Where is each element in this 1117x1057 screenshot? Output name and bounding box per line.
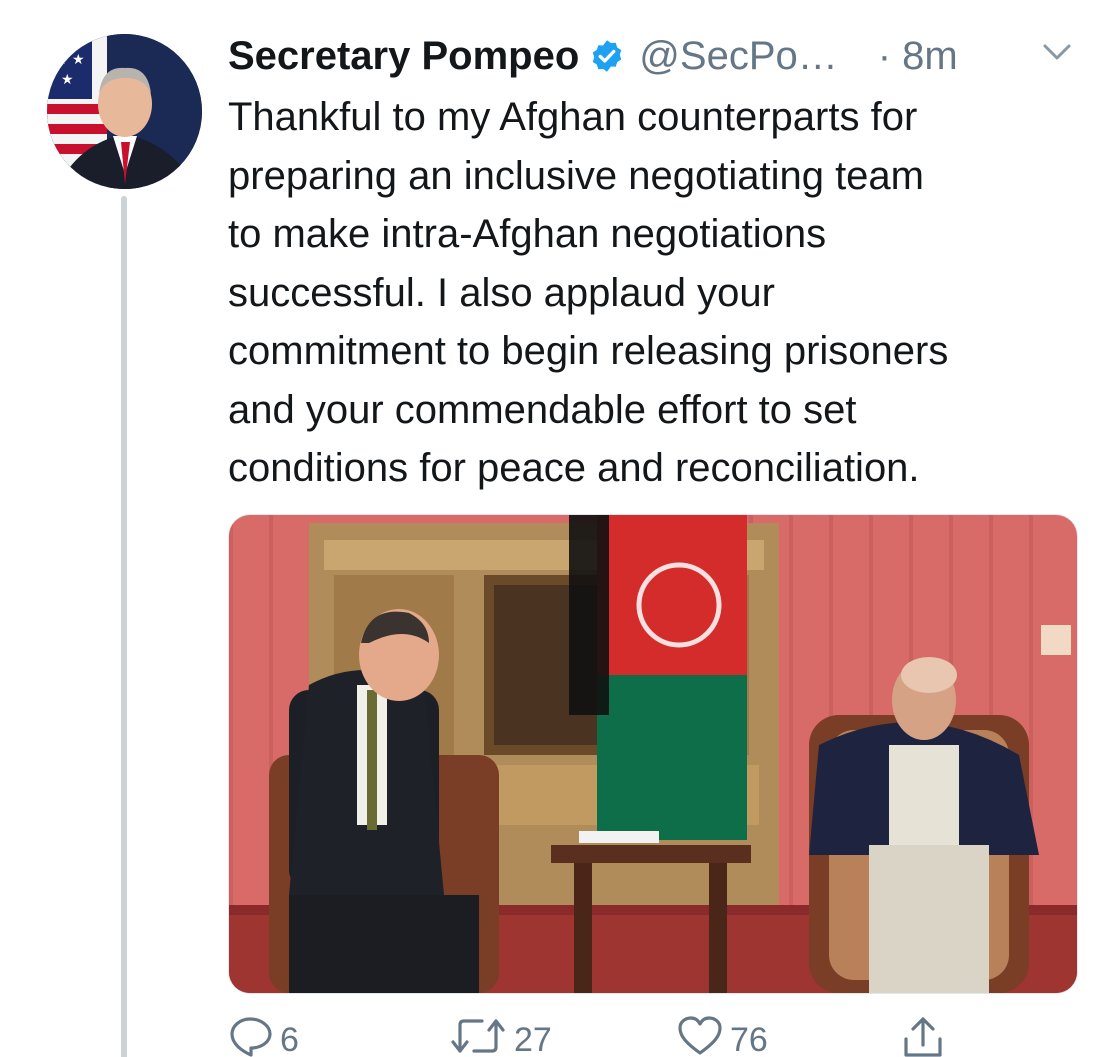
tweet-text-line: and your commendable effort to set	[228, 387, 857, 432]
like-button[interactable]: 76	[676, 1015, 768, 1057]
avatar-image: ★ ★ ★	[47, 34, 202, 189]
timestamp[interactable]: · 8m	[878, 34, 958, 79]
author-handle[interactable]: @SecPo…	[639, 34, 837, 79]
chevron-down-icon[interactable]	[1042, 42, 1072, 62]
reply-icon	[228, 1015, 274, 1057]
tweet-actions: 6 27 76	[228, 1015, 1088, 1057]
reply-button[interactable]: 6	[228, 1015, 299, 1057]
retweet-icon	[448, 1015, 508, 1057]
tweet-text-line: Thankful to my Afghan counterparts for	[228, 95, 918, 139]
thread-line	[121, 196, 127, 1057]
tweet-text-line: preparing an inclusive negotiating team	[228, 153, 924, 198]
heart-icon	[676, 1015, 724, 1057]
tweet[interactable]: ★ ★ ★ Secretary Pompeo @SecPo… · 8m Than…	[0, 0, 1117, 1057]
share-button[interactable]	[900, 1015, 946, 1057]
tweet-photo[interactable]	[228, 514, 1078, 994]
verified-badge-icon	[589, 38, 625, 74]
tweet-header: Secretary Pompeo @SecPo… · 8m	[228, 28, 958, 84]
retweet-button[interactable]: 27	[448, 1015, 552, 1057]
tweet-text-line: successful. I also applaud your	[228, 270, 775, 315]
tweet-text-line: to make intra-Afghan negotiations	[228, 212, 827, 256]
tweet-text: Thankful to my Afghan counterparts for p…	[228, 88, 1098, 498]
like-count: 76	[730, 1021, 768, 1057]
svg-text:★: ★	[61, 72, 74, 88]
tweet-text-line: conditions for peace and reconciliation.	[228, 446, 920, 490]
reply-count: 6	[280, 1021, 299, 1057]
tweet-text-line: commitment to begin releasing prisoners	[228, 329, 949, 373]
retweet-count: 27	[514, 1021, 552, 1057]
author-name[interactable]: Secretary Pompeo	[228, 34, 579, 79]
share-icon	[900, 1015, 946, 1057]
svg-text:★ ★: ★ ★	[55, 52, 85, 68]
meeting-photo-image	[229, 515, 1077, 993]
avatar[interactable]: ★ ★ ★	[47, 34, 202, 189]
